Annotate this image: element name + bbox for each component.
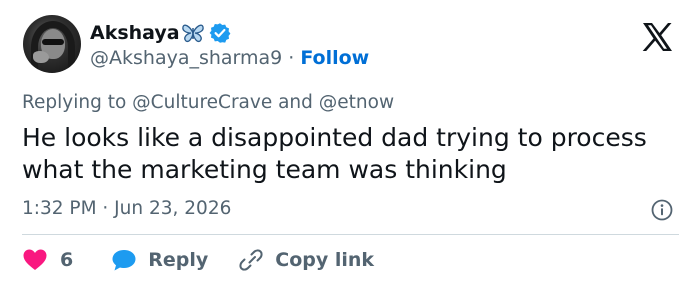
like-button[interactable]: 6 [22, 248, 73, 272]
tweet-text: He looks like a disappointed dad trying … [22, 123, 647, 184]
author-handle[interactable]: @Akshaya_sharma9 [90, 47, 282, 69]
info-icon[interactable] [651, 199, 673, 221]
reply-context: Replying to @CultureCrave and @etnow [22, 92, 395, 113]
tweet-timestamp[interactable]: 1:32 PM · Jun 23, 2026 [22, 198, 231, 219]
copy-link-button[interactable]: Copy link [238, 248, 374, 272]
follow-button[interactable]: Follow [300, 47, 369, 69]
copy-link-label: Copy link [275, 249, 375, 271]
link-icon [239, 249, 263, 271]
avatar[interactable] [23, 15, 81, 73]
author-handle-row: @Akshaya_sharma9 · Follow [90, 47, 369, 69]
reply-label: Reply [148, 249, 209, 271]
avatar-sunglasses [42, 39, 64, 45]
handle-separator: · [288, 47, 295, 69]
verified-badge-icon[interactable] [209, 22, 231, 44]
reply-bubble-icon [112, 250, 136, 271]
divider [22, 234, 679, 235]
author-name-row: Akshaya [90, 20, 231, 46]
x-logo-icon[interactable] [641, 22, 673, 52]
avatar-hand [33, 51, 49, 63]
author-name[interactable]: Akshaya [90, 22, 180, 44]
reply-button[interactable]: Reply [111, 248, 208, 272]
heart-icon [23, 249, 47, 270]
butterfly-emoji-icon [181, 24, 204, 43]
action-bar: 6 Reply Copy link [22, 244, 374, 276]
like-count: 6 [60, 249, 74, 271]
